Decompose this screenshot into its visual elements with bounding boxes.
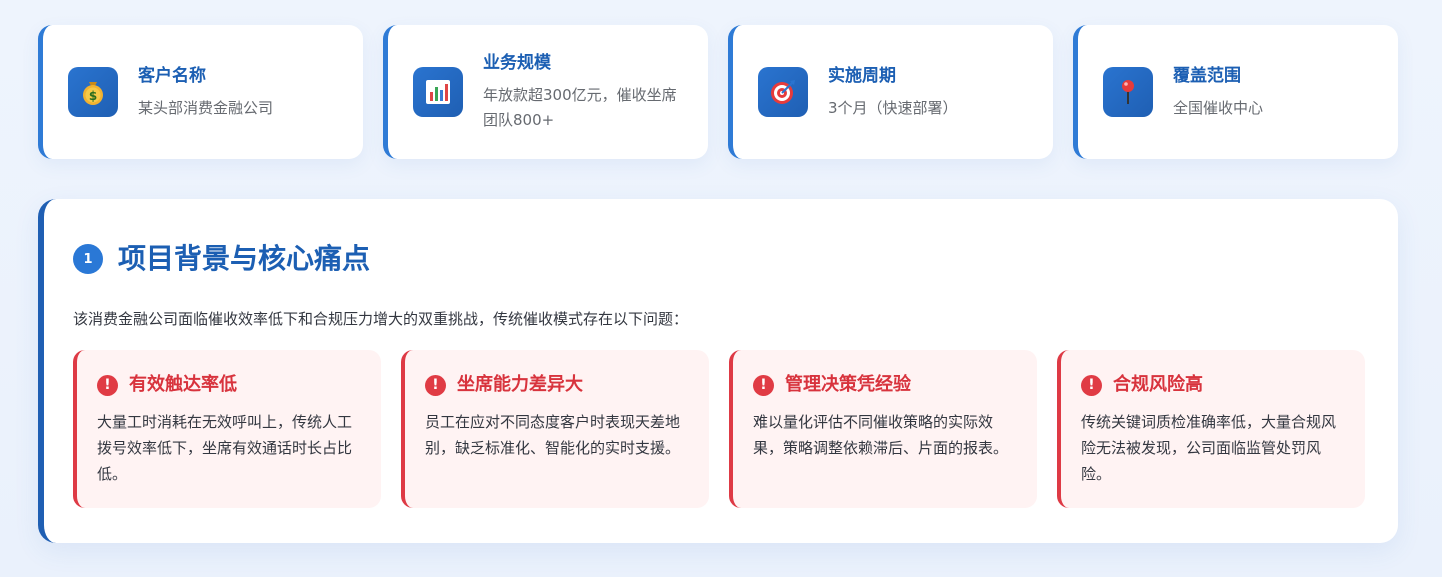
pain-point-card: ! 有效触达率低 大量工时消耗在无效呼叫上，传统人工拨号效率低下，坐席有效通话时… bbox=[73, 350, 381, 508]
pin-icon bbox=[1103, 67, 1153, 117]
alert-icon: ! bbox=[1081, 374, 1102, 396]
pain-point-title: 合规风险高 bbox=[1113, 374, 1203, 395]
info-card-title: 覆盖范围 bbox=[1173, 65, 1241, 86]
section-header: 1 项目背景与核心痛点 bbox=[73, 240, 370, 278]
pain-points-row: ! 有效触达率低 大量工时消耗在无效呼叫上，传统人工拨号效率低下，坐席有效通话时… bbox=[73, 350, 1365, 508]
info-card-value: 某头部消费金融公司 bbox=[138, 98, 274, 117]
alert-icon: ! bbox=[97, 374, 118, 396]
pain-point-card: ! 合规风险高 传统关键词质检准确率低，大量合规风险无法被发现，公司面临监管处罚… bbox=[1057, 350, 1365, 508]
pain-point-card: ! 管理决策凭经验 难以量化评估不同催收策略的实际效果，策略调整依赖滞后、片面的… bbox=[729, 350, 1037, 508]
section-intro: 该消费金融公司面临催收效率低下和合规压力增大的双重挑战，传统催收模式存在以下问题… bbox=[73, 310, 689, 328]
bar-chart-icon bbox=[413, 67, 463, 117]
alert-icon: ! bbox=[753, 374, 774, 396]
info-card-title: 业务规模 bbox=[483, 53, 551, 73]
alert-icon: ! bbox=[425, 374, 446, 396]
info-card-title: 实施周期 bbox=[828, 65, 896, 86]
pain-point-title: 管理决策凭经验 bbox=[785, 374, 911, 395]
background-section-card: 1 项目背景与核心痛点 该消费金融公司面临催收效率低下和合规压力增大的双重挑战，… bbox=[38, 199, 1398, 543]
pain-point-desc: 难以量化评估不同催收策略的实际效果，策略调整依赖滞后、片面的报表。 bbox=[753, 413, 1009, 457]
section-title: 项目背景与核心痛点 bbox=[118, 242, 371, 275]
pain-point-desc: 传统关键词质检准确率低，大量合规风险无法被发现，公司面临监管处罚风险。 bbox=[1081, 413, 1337, 483]
info-card-value: 全国催收中心 bbox=[1173, 98, 1264, 117]
info-card-client: $ 客户名称 某头部消费金融公司 bbox=[38, 25, 363, 159]
info-card-title: 客户名称 bbox=[138, 65, 206, 86]
info-card-period: 实施周期 3个月（快速部署） bbox=[728, 25, 1053, 159]
section-number-badge: 1 bbox=[73, 244, 103, 274]
info-card-value: 3个月（快速部署） bbox=[828, 98, 958, 117]
svg-text:$: $ bbox=[89, 89, 97, 103]
info-card-coverage: 覆盖范围 全国催收中心 bbox=[1073, 25, 1398, 159]
info-card-scale: 业务规模 年放款超300亿元，催收坐席团队800+ bbox=[383, 25, 708, 159]
money-bag-icon: $ bbox=[68, 67, 118, 117]
info-cards-row: $ 客户名称 某头部消费金融公司 业务规模 年放款超300亿元，催收坐席团队80… bbox=[38, 25, 1398, 159]
target-icon bbox=[758, 67, 808, 117]
pain-point-desc: 大量工时消耗在无效呼叫上，传统人工拨号效率低下，坐席有效通话时长占比低。 bbox=[97, 413, 353, 483]
pain-point-title: 坐席能力差异大 bbox=[457, 374, 583, 395]
pain-point-desc: 员工在应对不同态度客户时表现天差地别，缺乏标准化、智能化的实时支援。 bbox=[425, 413, 681, 457]
info-card-value: 年放款超300亿元，催收坐席团队800+ bbox=[483, 86, 677, 129]
pain-point-card: ! 坐席能力差异大 员工在应对不同态度客户时表现天差地别，缺乏标准化、智能化的实… bbox=[401, 350, 709, 508]
pain-point-title: 有效触达率低 bbox=[129, 374, 237, 395]
